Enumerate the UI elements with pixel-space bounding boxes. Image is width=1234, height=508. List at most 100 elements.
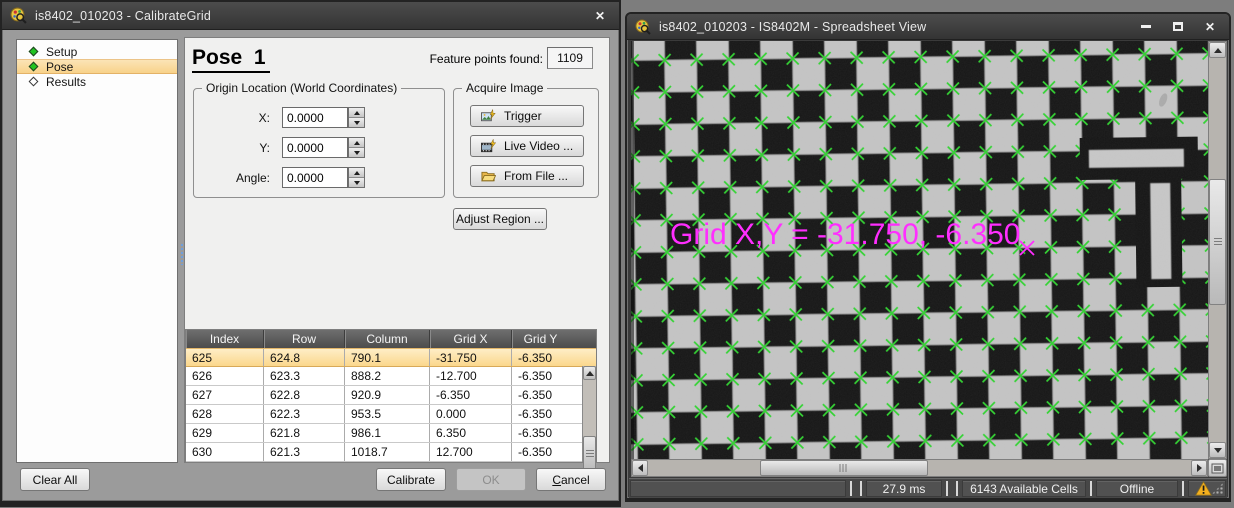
acquire-image-group: Acquire Image Trigger [453, 88, 599, 198]
ok-button: OK [456, 468, 526, 491]
sidebar-item-setup[interactable]: Setup [17, 44, 177, 59]
scroll-up-icon[interactable] [1209, 42, 1226, 58]
step-done-icon [29, 62, 39, 72]
status-message-panel [630, 480, 846, 497]
col-grid-y: Grid Y [512, 330, 569, 348]
sidebar-item-results[interactable]: Results [17, 74, 177, 89]
monitor-icon [1211, 463, 1224, 474]
table-row[interactable]: 627622.8920.9-6.350-6.350 [186, 386, 596, 405]
table-header: Index Row Column Grid X Grid Y [186, 330, 596, 348]
grid-coordinates-overlay: Grid X,Y = -31.750, -6.350 [670, 218, 1021, 251]
status-bar: 27.9 ms 6143 Available Cells Offline [629, 478, 1227, 498]
col-column: Column [345, 330, 430, 348]
from-file-button[interactable]: From File ... [470, 165, 584, 187]
scrollbar-track[interactable] [648, 460, 1191, 476]
spin-down-icon[interactable] [349, 118, 364, 127]
camera-flash-icon [481, 109, 496, 124]
group-legend: Acquire Image [462, 81, 547, 95]
origin-y-input[interactable] [282, 137, 348, 158]
adjust-region-button[interactable]: Adjust Region ... [453, 208, 547, 230]
origin-location-group: Origin Location (World Coordinates) X: Y… [193, 88, 445, 198]
sidebar-item-label: Setup [46, 45, 77, 59]
page-title: Pose 1 [192, 46, 270, 73]
feature-points-table: Index Row Column Grid X Grid Y 625624.87… [185, 329, 597, 462]
available-cells: 6143 Available Cells [962, 480, 1086, 497]
spin-down-icon[interactable] [349, 148, 364, 157]
warning-icon [1195, 481, 1212, 496]
open-folder-icon [481, 169, 496, 184]
app-icon [635, 19, 651, 35]
connection-status: Offline [1096, 480, 1178, 497]
trigger-button[interactable]: Trigger [470, 105, 584, 127]
calibrate-grid-window: is8402_010203 - CalibrateGrid ✕ Setup Po… [0, 0, 621, 507]
clear-all-button[interactable]: Clear All [20, 468, 90, 491]
close-icon[interactable]: ✕ [1199, 18, 1221, 36]
resize-grip[interactable] [1212, 483, 1223, 494]
vertical-scrollbar[interactable] [1208, 41, 1227, 459]
status-separator [1182, 481, 1184, 496]
image-fit-button[interactable] [1208, 459, 1227, 477]
origin-y-stepper[interactable] [348, 137, 365, 158]
app-icon [10, 7, 27, 24]
scrollbar-thumb[interactable] [1209, 179, 1226, 305]
step-pending-icon [29, 77, 39, 87]
calibrate-button[interactable]: Calibrate [376, 468, 446, 491]
live-video-button[interactable]: Live Video ... [470, 135, 584, 157]
table-row[interactable]: 629621.8986.16.350-6.350 [186, 424, 596, 443]
button-label: Live Video ... [504, 139, 573, 153]
spin-up-icon[interactable] [349, 138, 364, 148]
status-separator [850, 481, 852, 496]
spin-down-icon[interactable] [349, 178, 364, 187]
origin-angle-input[interactable] [282, 167, 348, 188]
maximize-icon[interactable] [1167, 18, 1189, 36]
calibration-image[interactable]: Grid X,Y = -31.750, -6.350 [631, 41, 1208, 459]
scroll-up-icon[interactable] [583, 366, 596, 380]
col-index: Index [186, 330, 264, 348]
desktop: { "calibrate_window": { "title": "is8402… [0, 0, 1234, 508]
spin-up-icon[interactable] [349, 168, 364, 178]
table-row[interactable]: 628622.3953.50.000-6.350 [186, 405, 596, 424]
button-label: Trigger [504, 109, 542, 123]
sidebar-item-label: Pose [46, 60, 73, 74]
close-icon[interactable]: ✕ [589, 7, 611, 25]
table-body: 625624.8790.1-31.750-6.350 626623.3888.2… [186, 348, 596, 462]
sidebar-item-pose[interactable]: Pose [17, 59, 177, 74]
cancel-button[interactable]: Cancel [536, 468, 606, 491]
x-label: X: [194, 111, 270, 125]
col-grid-x: Grid X [430, 330, 512, 348]
angle-label: Angle: [194, 171, 270, 185]
scroll-right-icon[interactable] [1191, 460, 1207, 476]
minimize-icon[interactable] [1135, 18, 1157, 36]
group-legend: Origin Location (World Coordinates) [202, 81, 401, 95]
dialog-body: Setup Pose Results Pose 1 Feature points… [4, 31, 617, 501]
origin-x-input[interactable] [282, 107, 348, 128]
table-scrollbar[interactable] [582, 366, 596, 462]
spin-up-icon[interactable] [349, 108, 364, 118]
filmstrip-icon [481, 139, 496, 154]
button-label: From File ... [504, 169, 568, 183]
scroll-left-icon[interactable] [632, 460, 648, 476]
table-row[interactable]: 626623.3888.2-12.700-6.350 [186, 367, 596, 386]
table-row[interactable]: 630621.31018.712.700-6.350 [186, 443, 596, 462]
table-row[interactable]: 625624.8790.1-31.750-6.350 [186, 348, 596, 367]
pose-panel: Pose 1 Feature points found: 1109 Origin… [184, 37, 610, 463]
calibrate-titlebar[interactable]: is8402_010203 - CalibrateGrid ✕ [2, 2, 619, 30]
scroll-down-icon[interactable] [1209, 442, 1226, 458]
scrollbar-thumb[interactable] [760, 460, 928, 476]
origin-angle-stepper[interactable] [348, 167, 365, 188]
spreadsheet-view-window: is8402_010203 - IS8402M - Spreadsheet Vi… [625, 12, 1231, 502]
window-title: is8402_010203 - IS8402M - Spreadsheet Vi… [659, 20, 926, 34]
scrollbar-thumb[interactable] [583, 436, 596, 472]
status-separator [1090, 481, 1092, 496]
step-done-icon [29, 47, 39, 57]
origin-x-row: X: [194, 107, 444, 128]
horizontal-scrollbar[interactable] [631, 459, 1208, 477]
step-tree: Setup Pose Results [16, 39, 178, 463]
origin-x-stepper[interactable] [348, 107, 365, 128]
col-row: Row [264, 330, 345, 348]
spreadsheet-titlebar[interactable]: is8402_010203 - IS8402M - Spreadsheet Vi… [627, 14, 1229, 40]
window-title: is8402_010203 - CalibrateGrid [35, 9, 211, 23]
warning-panel[interactable] [1188, 480, 1226, 497]
acquisition-time: 27.9 ms [866, 480, 942, 497]
origin-angle-row: Angle: [194, 167, 444, 188]
